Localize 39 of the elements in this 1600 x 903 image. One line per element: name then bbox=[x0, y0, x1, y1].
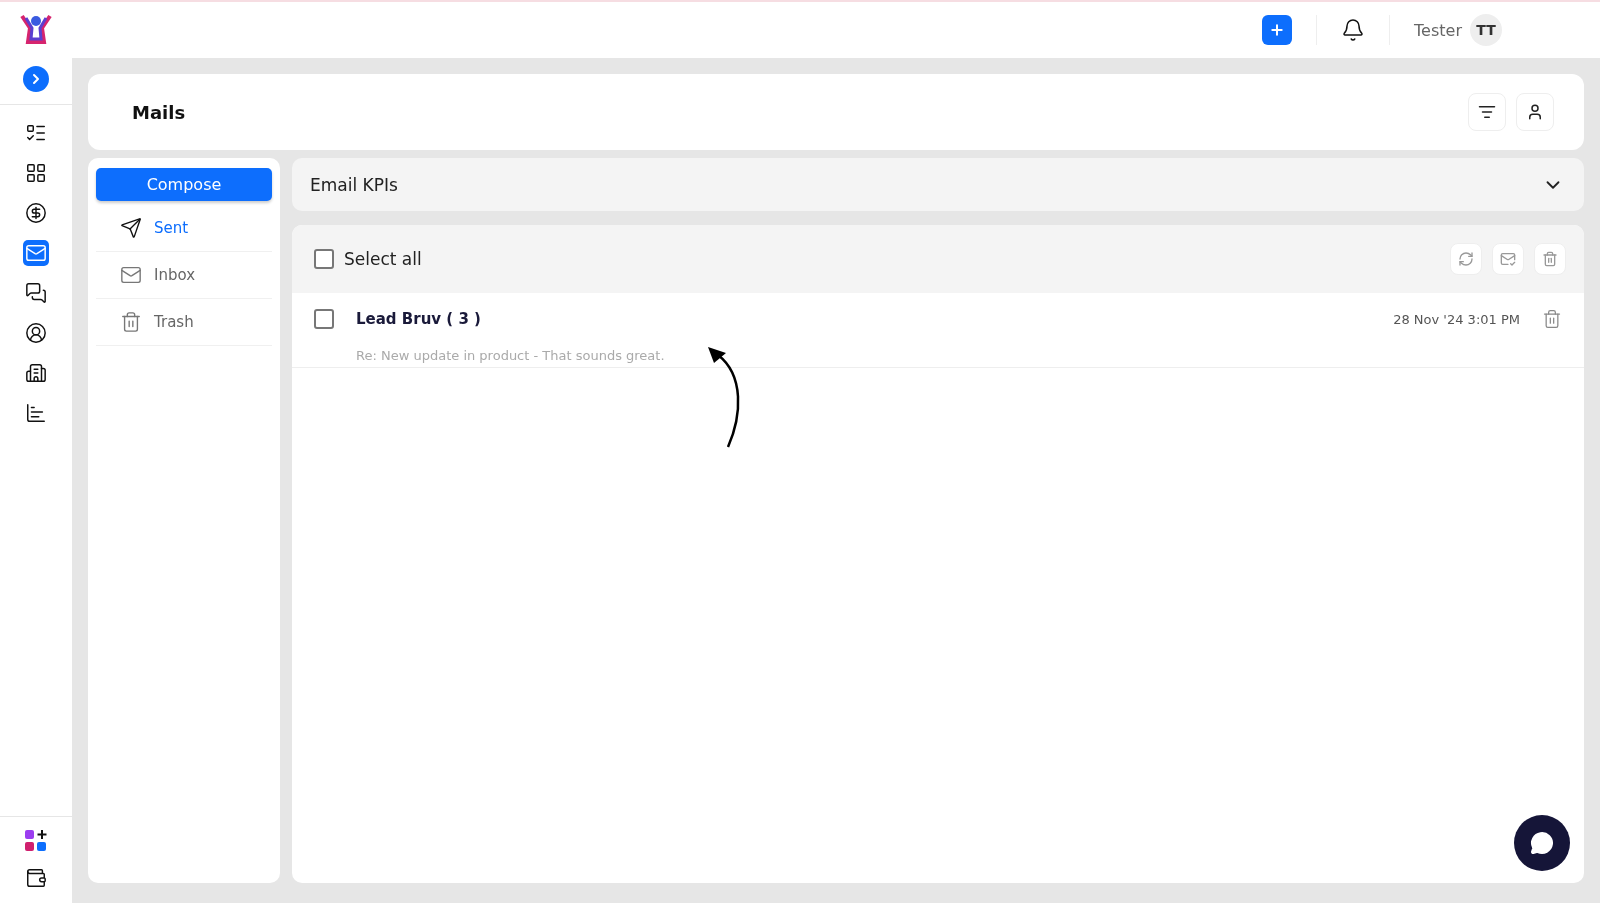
user-circle-icon[interactable] bbox=[23, 320, 49, 346]
kpi-panel-header[interactable]: Email KPIs bbox=[292, 158, 1584, 211]
folder-item[interactable]: Sent bbox=[96, 205, 272, 252]
chat-button[interactable] bbox=[1514, 815, 1570, 871]
user-button[interactable] bbox=[1516, 93, 1554, 131]
trash-icon bbox=[1542, 251, 1558, 267]
delete-button[interactable] bbox=[1534, 243, 1566, 275]
mail-check-icon bbox=[1500, 251, 1516, 267]
wallet-icon[interactable] bbox=[25, 867, 47, 889]
kpi-title: Email KPIs bbox=[310, 174, 398, 195]
chat-bubbles-icon[interactable] bbox=[23, 280, 49, 306]
notifications-icon[interactable] bbox=[1341, 18, 1366, 42]
compose-button[interactable]: Compose bbox=[96, 168, 272, 201]
chat-icon bbox=[1530, 831, 1554, 855]
filter-icon bbox=[1478, 103, 1496, 121]
filter-button[interactable] bbox=[1468, 93, 1506, 131]
refresh-icon bbox=[1458, 251, 1474, 267]
folder-item[interactable]: Trash bbox=[96, 299, 272, 346]
email-preview: Re: New update in product - That sounds great. bbox=[356, 347, 666, 363]
refresh-button[interactable] bbox=[1450, 243, 1482, 275]
select-all-checkbox[interactable] bbox=[314, 249, 334, 269]
user-avatar[interactable]: TT bbox=[1470, 14, 1502, 46]
expand-sidebar-button[interactable] bbox=[23, 66, 49, 92]
trash-icon bbox=[120, 311, 142, 333]
email-checkbox[interactable] bbox=[314, 309, 334, 330]
select-all-label: Select all bbox=[344, 249, 422, 269]
user-name: Tester bbox=[1414, 20, 1462, 40]
email-date: 28 Nov '24 3:01 PM bbox=[1393, 311, 1520, 327]
mark-read-button[interactable] bbox=[1492, 243, 1524, 275]
folder-item[interactable]: Inbox bbox=[96, 252, 272, 299]
user-icon bbox=[1526, 103, 1544, 121]
send-icon bbox=[120, 217, 142, 239]
mail-icon[interactable] bbox=[23, 240, 49, 266]
apps-add-icon[interactable] bbox=[24, 829, 48, 853]
add-button[interactable] bbox=[1262, 15, 1293, 45]
dollar-icon[interactable] bbox=[23, 200, 49, 226]
page-title: Mails bbox=[132, 101, 186, 123]
email-sender[interactable]: Lead Bruv ( 3 ) bbox=[356, 310, 1372, 329]
envelope-icon bbox=[120, 264, 142, 286]
